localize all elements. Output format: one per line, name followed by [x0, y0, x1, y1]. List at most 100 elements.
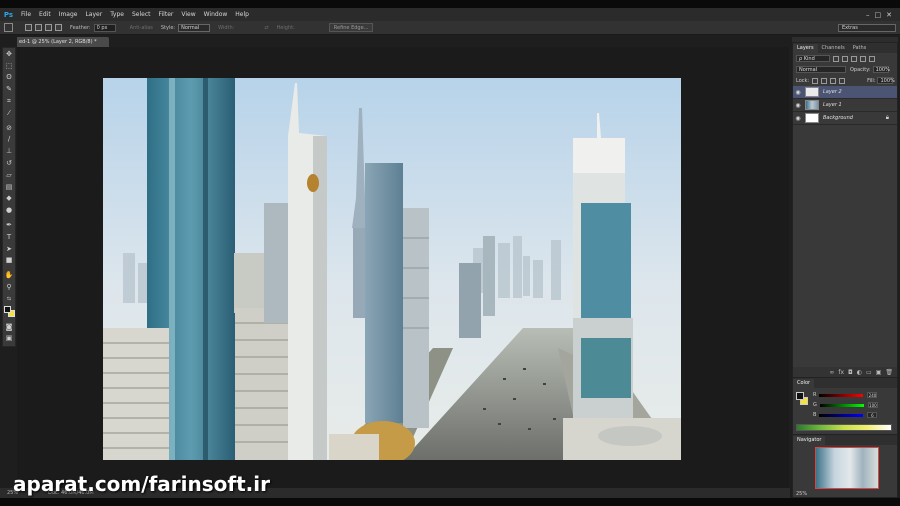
lock-all-icon[interactable]	[839, 77, 846, 84]
eyedropper-tool-icon[interactable]: ⁄	[3, 107, 15, 119]
rectangle-tool-icon[interactable]: ■	[3, 255, 15, 267]
pen-tool-icon[interactable]: ✒	[3, 219, 15, 231]
blend-mode-select[interactable]: Normal	[796, 66, 846, 73]
quick-selection-tool-icon[interactable]: ✎	[3, 83, 15, 95]
anti-alias-checkbox[interactable]: Anti-alias	[130, 25, 153, 31]
swap-size-icon[interactable]: ⇄	[264, 25, 268, 31]
document-tab[interactable]: ed-1 @ 25% (Layer 2, RGB/8) *	[17, 37, 109, 47]
lock-transparent-icon[interactable]	[812, 77, 819, 84]
lock-icon: 🔒︎	[885, 114, 889, 121]
red-slider-row[interactable]: R 240	[813, 390, 878, 400]
tab-channels[interactable]: Channels	[818, 44, 849, 53]
menu-window[interactable]: Window	[200, 11, 232, 18]
new-group-icon[interactable]: ▭	[866, 369, 872, 376]
layer-thumbnail	[805, 87, 819, 97]
blur-tool-icon[interactable]: ◆	[3, 193, 15, 205]
screen-mode-icon[interactable]: ▣	[3, 333, 15, 345]
green-channel-label: G	[813, 402, 817, 408]
gradient-tool-icon[interactable]: ▤	[3, 181, 15, 193]
clone-stamp-tool-icon[interactable]: ⊥	[3, 145, 15, 157]
layer-mask-icon[interactable]: ◘	[848, 369, 853, 376]
refine-edge-button[interactable]: Refine Edge...	[328, 23, 374, 32]
new-selection-icon[interactable]	[25, 24, 32, 31]
type-tool-icon[interactable]: T	[3, 231, 15, 243]
layer-row-background[interactable]: ◉ Background 🔒︎	[793, 112, 897, 125]
healing-brush-tool-icon[interactable]: ⊘	[3, 122, 15, 134]
menu-type[interactable]: Type	[106, 11, 128, 18]
crop-tool-icon[interactable]: ⌗	[3, 95, 15, 107]
fill-input[interactable]: 100%	[877, 77, 895, 84]
layer-row-layer-1[interactable]: ◉ Layer 1	[793, 99, 897, 112]
filter-smart-object-icon[interactable]	[869, 55, 875, 62]
history-brush-tool-icon[interactable]: ↺	[3, 157, 15, 169]
eraser-tool-icon[interactable]: ▱	[3, 169, 15, 181]
menu-file[interactable]: File	[17, 11, 35, 18]
layer-row-layer-2[interactable]: ◉ Layer 2	[793, 86, 897, 99]
move-tool-icon[interactable]: ✥	[3, 48, 15, 60]
minimize-icon[interactable]: –	[866, 11, 870, 19]
intersect-selection-icon[interactable]	[55, 24, 62, 31]
default-colors-icon[interactable]: ⇆	[3, 293, 15, 305]
eye-icon[interactable]: ◉	[793, 115, 803, 122]
menu-layer[interactable]: Layer	[81, 11, 106, 18]
hand-tool-icon[interactable]: ✋	[3, 269, 15, 281]
menu-select[interactable]: Select	[128, 11, 155, 18]
delete-layer-icon[interactable]: 🗑︎	[885, 369, 893, 376]
menu-image[interactable]: Image	[55, 11, 82, 18]
opacity-input[interactable]: 100%	[872, 66, 890, 73]
maximize-icon[interactable]: □	[875, 11, 882, 19]
style-select[interactable]: Normal	[178, 23, 211, 32]
blue-slider-row[interactable]: B 6	[813, 410, 878, 420]
zoom-tool-icon[interactable]: ⚲	[3, 281, 15, 293]
blue-slider[interactable]	[819, 413, 864, 417]
dodge-tool-icon[interactable]: ●	[3, 204, 15, 216]
filter-adjustment-icon[interactable]	[842, 55, 848, 62]
subtract-selection-icon[interactable]	[45, 24, 52, 31]
feather-input[interactable]: 0 px	[93, 23, 116, 32]
lock-image-icon[interactable]	[821, 77, 828, 84]
filter-pixel-icon[interactable]	[833, 55, 839, 62]
color-swatches[interactable]	[3, 305, 15, 318]
close-icon[interactable]: ✕	[886, 11, 892, 19]
menu-filter[interactable]: Filter	[155, 11, 178, 18]
tab-navigator[interactable]: Navigator	[793, 436, 826, 445]
rectangular-marquee-tool-icon[interactable]: ⬚	[3, 60, 15, 72]
quick-mask-icon[interactable]: ◙	[3, 321, 15, 333]
adjustment-layer-icon[interactable]: ◐	[857, 369, 862, 376]
tab-layers[interactable]: Layers	[793, 44, 818, 53]
green-slider-row[interactable]: G 100	[813, 400, 878, 410]
workspace-select[interactable]: Extras	[838, 24, 896, 32]
brush-tool-icon[interactable]: ∕	[3, 134, 15, 146]
menu-help[interactable]: Help	[231, 11, 253, 18]
tab-color[interactable]: Color	[793, 379, 815, 388]
lock-position-icon[interactable]	[830, 77, 837, 84]
watermark-text: aparat.com/farinsoft.ir	[13, 472, 270, 496]
layer-kind-select[interactable]: ρ Kind	[796, 55, 830, 62]
green-slider[interactable]	[819, 403, 864, 407]
new-layer-icon[interactable]: ▣	[876, 369, 882, 376]
filter-type-icon[interactable]	[851, 55, 857, 62]
red-value[interactable]: 240	[867, 392, 878, 398]
navigator-thumbnail[interactable]	[815, 447, 879, 489]
color-swatches-panel[interactable]	[796, 392, 808, 406]
canvas-image-dubai-skyline[interactable]	[103, 78, 681, 460]
path-selection-tool-icon[interactable]: ➤	[3, 243, 15, 255]
navigator-zoom[interactable]: 25%	[796, 491, 807, 497]
eye-icon[interactable]: ◉	[793, 102, 803, 109]
blue-value[interactable]: 6	[867, 412, 878, 418]
green-value[interactable]: 100	[867, 402, 878, 408]
filter-shape-icon[interactable]	[860, 55, 866, 62]
foreground-color-swatch[interactable]	[4, 305, 11, 313]
lasso-tool-icon[interactable]: ʘ	[3, 72, 15, 84]
tab-paths[interactable]: Paths	[849, 44, 871, 53]
menu-edit[interactable]: Edit	[35, 11, 55, 18]
color-ramp[interactable]	[796, 424, 892, 431]
layer-style-icon[interactable]: fx	[838, 369, 844, 376]
eye-icon[interactable]: ◉	[793, 89, 803, 96]
menu-view[interactable]: View	[177, 11, 199, 18]
marquee-tool-preset-icon[interactable]	[4, 23, 13, 32]
layers-panel-tabs: Layers Channels Paths	[793, 43, 897, 53]
link-layers-icon[interactable]: ∞	[829, 369, 834, 376]
add-to-selection-icon[interactable]	[35, 24, 42, 31]
red-slider[interactable]	[819, 393, 864, 397]
